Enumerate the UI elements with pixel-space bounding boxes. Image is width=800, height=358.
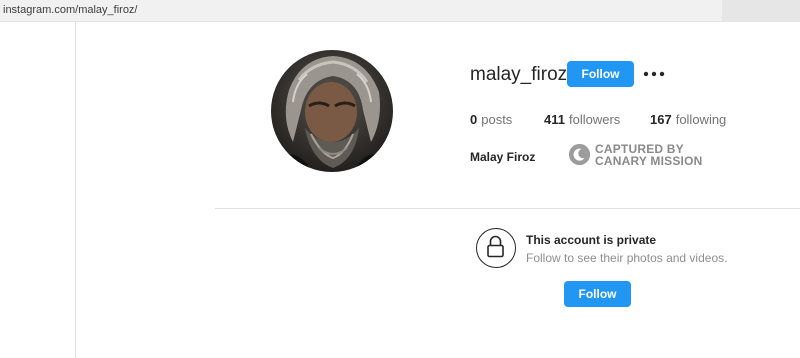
stat-following[interactable]: 167 following (650, 112, 726, 127)
sidebar-divider (75, 22, 76, 358)
url-text[interactable]: instagram.com/malay_firoz/ (3, 4, 138, 16)
followers-count: 411 (544, 112, 565, 127)
follow-button-secondary[interactable]: Follow (564, 281, 631, 307)
browser-address-bar[interactable]: instagram.com/malay_firoz/ (0, 0, 800, 22)
profile-username: malay_firoz (470, 64, 568, 85)
private-account-title: This account is private (526, 233, 657, 247)
posts-count: 0 (470, 112, 478, 127)
private-account-subtitle: Follow to see their photos and videos. (526, 251, 728, 265)
avatar-photo (271, 50, 393, 172)
posts-label: posts (481, 112, 513, 127)
address-bar-right-area (722, 0, 800, 22)
followers-label: followers (568, 112, 621, 127)
watermark-line-2: CANARY MISSION (595, 154, 703, 168)
canary-mission-logo-icon (569, 144, 590, 165)
following-label: following (675, 112, 727, 127)
stat-posts: 0 posts (470, 112, 512, 127)
more-options-icon[interactable] (643, 64, 665, 84)
section-divider (215, 208, 800, 209)
follow-button[interactable]: Follow (567, 61, 634, 87)
avatar[interactable] (271, 50, 393, 172)
stat-followers[interactable]: 411 followers (544, 112, 620, 127)
following-count: 167 (650, 112, 672, 127)
profile-full-name: Malay Firoz (470, 150, 536, 164)
lock-icon (476, 228, 516, 268)
